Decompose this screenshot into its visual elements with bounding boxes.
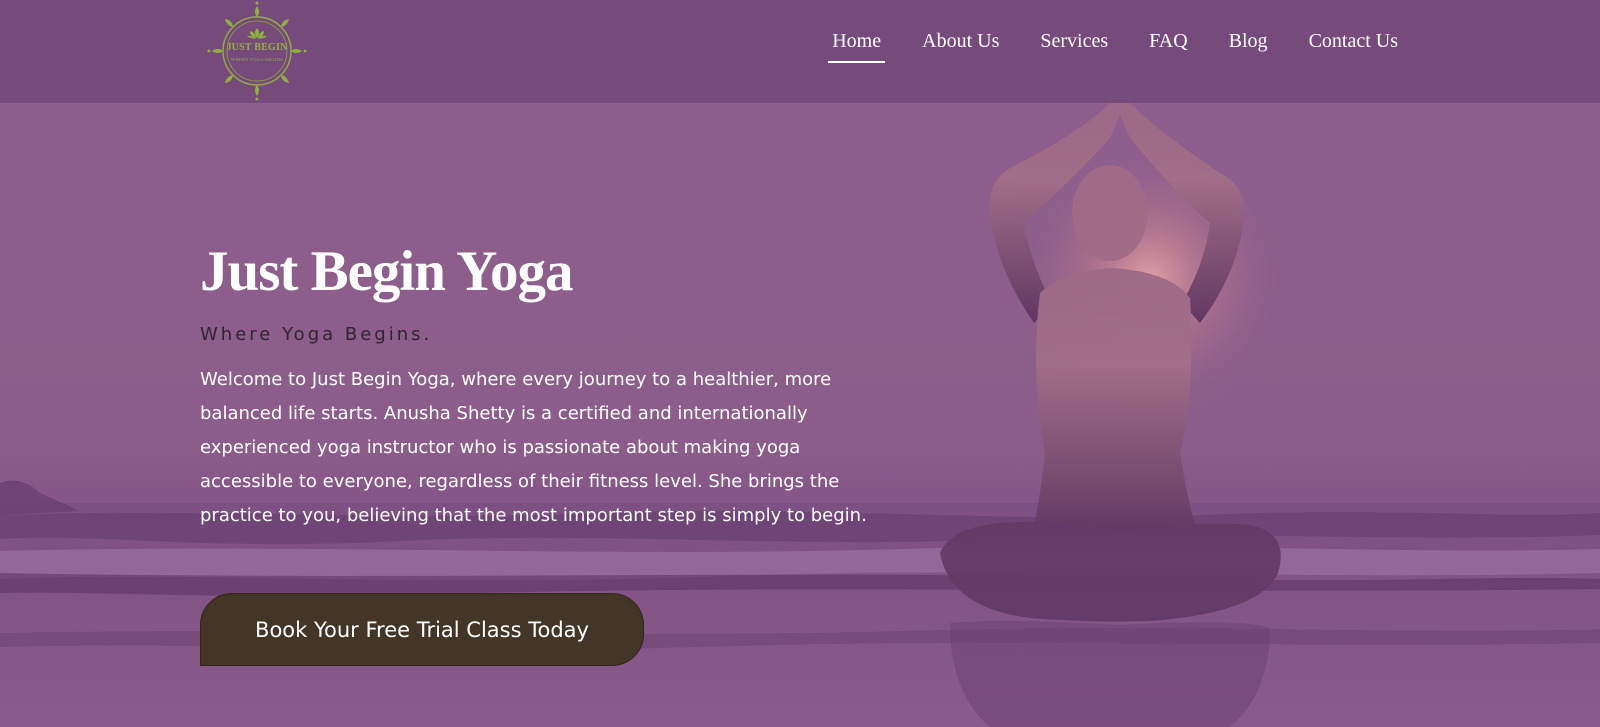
hero-description: Welcome to Just Begin Yoga, where every … <box>200 369 867 526</box>
hero-title: Just Begin Yoga <box>200 240 573 303</box>
book-trial-class-button[interactable]: Book Your Free Trial Class Today <box>200 593 644 666</box>
hero-section: Just Begin Yoga Where Yoga Begins. Welco… <box>0 103 1600 727</box>
nav-item-about-us[interactable]: About Us <box>922 30 999 63</box>
hero-content: Just Begin Yoga Where Yoga Begins. Welco… <box>200 243 880 533</box>
logo-title: JUST BEGIN <box>226 42 288 53</box>
main-nav: Home About Us Services FAQ Blog Contact … <box>791 30 1398 63</box>
nav-item-faq[interactable]: FAQ <box>1149 30 1188 63</box>
hero-tagline: Where Yoga Begins. <box>200 324 433 345</box>
nav-item-home[interactable]: Home <box>828 30 886 63</box>
site-logo[interactable]: JUST BEGIN WHERE YOGA BEGINS <box>198 0 316 102</box>
nav-item-services[interactable]: Services <box>1040 30 1108 63</box>
logo-subtitle: WHERE YOGA BEGINS <box>230 57 284 62</box>
nav-item-contact-us[interactable]: Contact Us <box>1309 30 1398 63</box>
site-header: JUST BEGIN WHERE YOGA BEGINS Home About … <box>0 0 1600 103</box>
nav-item-blog[interactable]: Blog <box>1229 30 1268 63</box>
meditating-figure <box>940 103 1281 727</box>
